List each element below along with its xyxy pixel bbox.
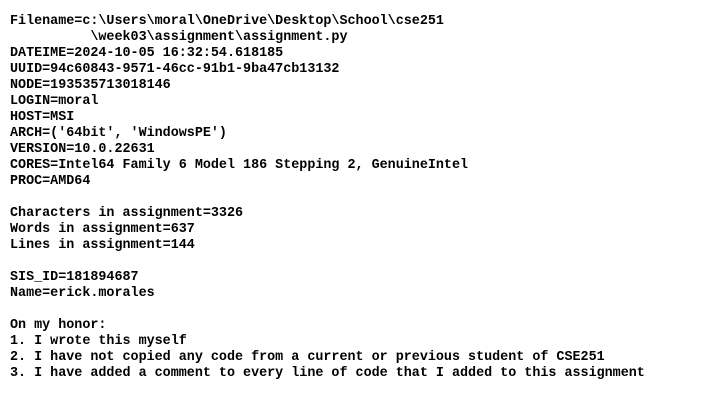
cores-line: CORES=Intel64 Family 6 Model 186 Steppin…	[10, 158, 469, 173]
document-text: Filename=c:\Users\moral\OneDrive\Desktop…	[10, 14, 645, 382]
honor-item: 3. I have added a comment to every line …	[10, 366, 645, 381]
proc-line: PROC=AMD64	[10, 174, 91, 189]
filename-line: Filename=c:\Users\moral\OneDrive\Desktop…	[10, 14, 444, 29]
sis-id-line: SIS_ID=181894687	[10, 270, 139, 285]
words-count-line: Words in assignment=637	[10, 222, 195, 237]
characters-count-line: Characters in assignment=3326	[10, 206, 244, 221]
student-name-line: Name=erick.morales	[10, 286, 155, 301]
arch-line: ARCH=('64bit', 'WindowsPE')	[10, 126, 227, 141]
dateime-line: DATEIME=2024-10-05 16:32:54.618185	[10, 46, 284, 61]
uuid-line: UUID=94c60843-9571-46cc-91b1-9ba47cb1313…	[10, 62, 340, 77]
filename-continuation-line: \week03\assignment\assignment.py	[10, 30, 348, 45]
login-line: LOGIN=moral	[10, 94, 99, 109]
version-line: VERSION=10.0.22631	[10, 142, 155, 157]
honor-item: 1. I wrote this myself	[10, 334, 187, 349]
lines-count-line: Lines in assignment=144	[10, 238, 195, 253]
host-line: HOST=MSI	[10, 110, 75, 125]
node-line: NODE=193535713018146	[10, 78, 171, 93]
honor-heading: On my honor:	[10, 318, 107, 333]
honor-item: 2. I have not copied any code from a cur…	[10, 350, 605, 365]
